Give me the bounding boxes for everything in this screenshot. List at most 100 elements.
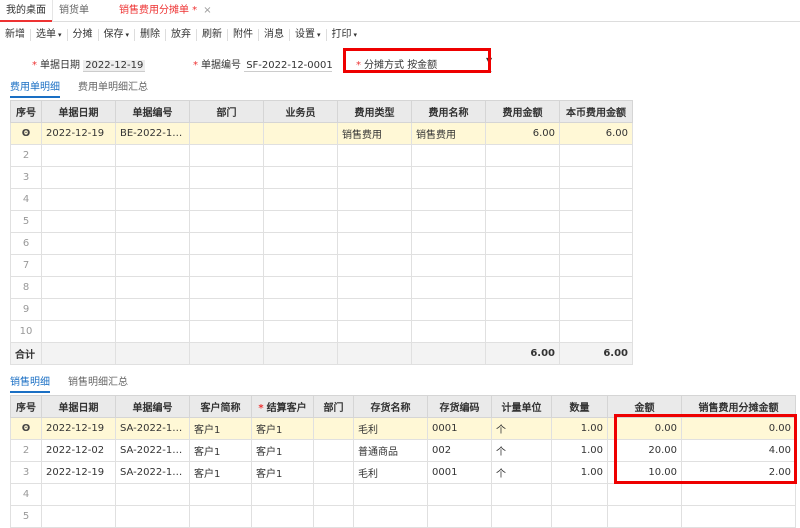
table-cell[interactable]: [41, 320, 116, 343]
table-cell[interactable]: [559, 254, 633, 277]
table-cell[interactable]: [485, 320, 560, 343]
table-cell[interactable]: 客户1: [189, 439, 252, 462]
table-cell[interactable]: [491, 483, 552, 506]
allocate-button[interactable]: 分摊: [68, 24, 98, 46]
print-button[interactable]: 打印 ▾: [327, 24, 363, 46]
table-cell[interactable]: 2022-12-19: [41, 461, 116, 484]
table-cell[interactable]: 0001: [427, 461, 492, 484]
table-cell[interactable]: [337, 210, 412, 233]
table-cell[interactable]: [411, 210, 486, 233]
table-row[interactable]: 9: [10, 298, 633, 321]
table-cell[interactable]: [337, 298, 412, 321]
column-header[interactable]: 存货名称: [353, 395, 428, 418]
settings-button[interactable]: 设置 ▾: [290, 24, 326, 46]
table-cell[interactable]: [41, 254, 116, 277]
table-cell[interactable]: [313, 461, 354, 484]
table-cell[interactable]: [485, 254, 560, 277]
column-header[interactable]: 单据编号: [115, 100, 190, 123]
table-cell[interactable]: [491, 505, 552, 528]
document-number-input[interactable]: SF-2022-12-0001: [244, 60, 333, 72]
table-cell[interactable]: [115, 166, 190, 189]
table-cell[interactable]: [263, 122, 338, 145]
table-cell[interactable]: [337, 166, 412, 189]
table-cell[interactable]: [115, 505, 190, 528]
attachment-button[interactable]: 附件: [228, 24, 258, 46]
message-button[interactable]: 消息: [259, 24, 289, 46]
table-cell[interactable]: [251, 483, 314, 506]
table-cell[interactable]: SA-2022-12-...: [115, 461, 190, 484]
table-cell[interactable]: 毛利: [353, 461, 428, 484]
table-cell[interactable]: [411, 320, 486, 343]
table-cell[interactable]: [115, 483, 190, 506]
table-cell[interactable]: [411, 188, 486, 211]
table-cell[interactable]: SA-2022-12-...: [115, 417, 190, 440]
table-cell[interactable]: [189, 232, 264, 255]
table-cell[interactable]: [41, 276, 116, 299]
table-cell[interactable]: [115, 254, 190, 277]
table-cell[interactable]: [313, 483, 354, 506]
close-icon[interactable]: ×: [203, 5, 211, 16]
table-cell[interactable]: [681, 483, 796, 506]
table-row[interactable]: 6: [10, 232, 633, 255]
table-cell[interactable]: [189, 320, 264, 343]
table-cell[interactable]: [559, 276, 633, 299]
table-cell[interactable]: [41, 298, 116, 321]
table-cell[interactable]: [41, 210, 116, 233]
column-header[interactable]: 业务员: [263, 100, 338, 123]
select-document-button[interactable]: 选单 ▾: [31, 24, 67, 46]
table-cell[interactable]: [263, 298, 338, 321]
table-cell[interactable]: 个: [491, 461, 552, 484]
table-cell[interactable]: SA-2022-12-...: [115, 439, 190, 462]
table-cell[interactable]: [337, 320, 412, 343]
table-cell[interactable]: [681, 505, 796, 528]
column-header[interactable]: 数量: [551, 395, 608, 418]
new-button[interactable]: 新增: [0, 24, 30, 46]
table-cell[interactable]: [189, 505, 252, 528]
table-cell[interactable]: [115, 298, 190, 321]
column-header[interactable]: 序号: [10, 395, 42, 418]
table-row[interactable]: 5: [10, 505, 796, 528]
table-cell[interactable]: [251, 505, 314, 528]
column-header[interactable]: 部门: [189, 100, 264, 123]
table-cell[interactable]: 销售费用: [337, 122, 412, 145]
tab-sales-detail[interactable]: 销售明细: [10, 373, 50, 393]
table-cell[interactable]: [189, 210, 264, 233]
tab-sales-summary[interactable]: 销售明细汇总: [68, 373, 128, 393]
save-button[interactable]: 保存 ▾: [99, 24, 135, 46]
tab-expense-summary[interactable]: 费用单明细汇总: [78, 78, 148, 98]
table-cell[interactable]: [337, 232, 412, 255]
column-header[interactable]: 费用类型: [337, 100, 412, 123]
column-header[interactable]: 费用名称: [411, 100, 486, 123]
tab-my-desktop[interactable]: 我的桌面: [0, 0, 52, 22]
table-cell[interactable]: 1.00: [551, 461, 608, 484]
table-cell[interactable]: [263, 276, 338, 299]
table-row[interactable]: 4: [10, 483, 796, 506]
table-cell[interactable]: [337, 144, 412, 167]
table-cell[interactable]: 毛利: [353, 417, 428, 440]
table-cell[interactable]: [485, 144, 560, 167]
table-cell[interactable]: [485, 232, 560, 255]
table-cell[interactable]: [411, 276, 486, 299]
tab-sales-order[interactable]: 销货单: [52, 0, 95, 22]
table-cell[interactable]: [41, 144, 116, 167]
table-cell[interactable]: [189, 188, 264, 211]
table-cell[interactable]: 2022-12-19: [41, 122, 116, 145]
table-cell[interactable]: 2022-12-02: [41, 439, 116, 462]
delete-button[interactable]: 删除: [135, 24, 165, 46]
table-cell[interactable]: 个: [491, 417, 552, 440]
table-cell[interactable]: [41, 188, 116, 211]
table-cell[interactable]: [607, 483, 682, 506]
table-cell[interactable]: [559, 188, 633, 211]
table-cell[interactable]: [559, 144, 633, 167]
refresh-button[interactable]: 刷新: [197, 24, 227, 46]
table-cell[interactable]: [189, 166, 264, 189]
table-cell[interactable]: [485, 210, 560, 233]
table-cell[interactable]: [337, 188, 412, 211]
table-cell[interactable]: [189, 122, 264, 145]
table-cell[interactable]: [189, 254, 264, 277]
table-cell[interactable]: 普通商品: [353, 439, 428, 462]
table-cell[interactable]: [411, 144, 486, 167]
table-cell[interactable]: 客户1: [189, 417, 252, 440]
table-cell[interactable]: [263, 188, 338, 211]
discard-button[interactable]: 放弃: [166, 24, 196, 46]
